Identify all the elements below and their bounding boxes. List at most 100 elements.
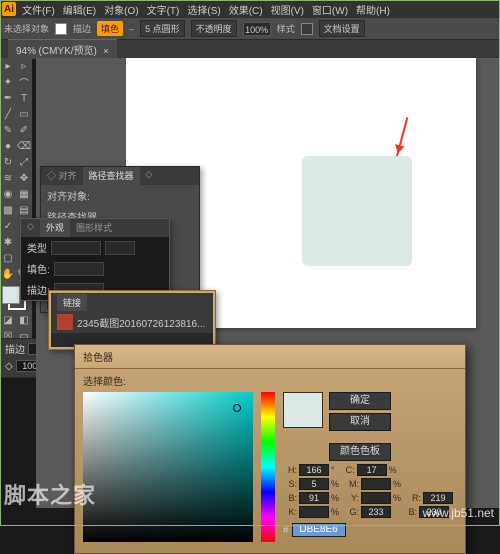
g-input[interactable]: 233: [361, 506, 391, 518]
link-row[interactable]: 2345截图20160726123816...: [51, 311, 213, 333]
style-label: 样式: [277, 22, 295, 35]
type-select2[interactable]: [105, 241, 135, 255]
document-tab[interactable]: 94% (CMYK/预览) ×: [8, 39, 117, 59]
h-input[interactable]: 166: [299, 464, 329, 476]
y-label: Y:: [345, 493, 359, 503]
h-unit: °: [331, 465, 335, 475]
hex-input[interactable]: DBE8E6: [292, 523, 346, 537]
b-unit: %: [331, 493, 339, 503]
tab-appearance[interactable]: 外观: [40, 219, 70, 237]
fill-select[interactable]: [54, 262, 104, 276]
brush-select[interactable]: 5 点圆形: [140, 20, 185, 37]
bl-label: B:: [403, 507, 417, 517]
app-logo-icon: Ai: [2, 2, 16, 16]
width-tool-icon[interactable]: ≋: [0, 170, 16, 186]
swatches-button[interactable]: 颜色色板: [329, 443, 391, 461]
shape-tool-icon[interactable]: ◉: [0, 186, 16, 202]
tab-graphstyle[interactable]: 图形样式: [70, 219, 118, 237]
r-input[interactable]: 219: [423, 492, 453, 504]
align-obj-label: 对齐对象:: [47, 188, 90, 203]
opac-lbl: ◇: [5, 361, 13, 372]
style-swatch[interactable]: [301, 23, 313, 35]
menu-help[interactable]: 帮助(H): [354, 2, 392, 17]
lasso-tool-icon[interactable]: ⌒: [16, 74, 32, 90]
opacity-value[interactable]: 100%: [243, 22, 271, 36]
free-tool-icon[interactable]: ✥: [16, 170, 32, 186]
annotation-arrow-icon: [396, 117, 408, 156]
k-unit: %: [331, 507, 339, 517]
cancel-button[interactable]: 取消: [329, 413, 391, 431]
r-label: R:: [407, 493, 421, 503]
app-fill-label: 填色:: [27, 261, 50, 276]
eraser-tool-icon[interactable]: ⌫: [16, 138, 32, 154]
color-picker-dialog: 拾色器 选择颜色: 确定 取消 颜色色板 H:166° C:17%: [74, 344, 466, 554]
fill-box-icon[interactable]: [2, 286, 20, 304]
menu-edit[interactable]: 编辑(E): [61, 2, 98, 17]
m-label: M:: [345, 479, 359, 489]
pen-tool-icon[interactable]: ✒: [0, 90, 16, 106]
scale-tool-icon[interactable]: ⤢: [16, 154, 32, 170]
hex-label: #: [283, 525, 289, 536]
opacity-select[interactable]: 不透明度: [191, 20, 237, 37]
tab-align[interactable]: ◇ 对齐: [41, 167, 83, 185]
tab-links[interactable]: 链接: [57, 294, 87, 311]
doc-mode: (CMYK/预览): [39, 46, 97, 57]
c-input[interactable]: 17: [357, 464, 387, 476]
tab-d1[interactable]: ◇: [21, 219, 40, 237]
type-select[interactable]: [51, 241, 101, 255]
main-area: ▸▹ ✦⌒ ✒T ╱▭ ✎✐ ●⌫ ↻⤢ ≋✥ ◉▦ ▩▤ ✓◐ ✱▣ ▢✂ ✋…: [0, 58, 500, 508]
sat-val-field[interactable]: [83, 392, 253, 542]
menu-view[interactable]: 视图(V): [269, 2, 306, 17]
m-input[interactable]: [361, 478, 391, 490]
doc-zoom: 94%: [16, 46, 36, 57]
hue-slider[interactable]: [261, 392, 275, 542]
tab-diamond[interactable]: ◇: [140, 167, 159, 185]
menu-file[interactable]: 文件(F): [20, 2, 57, 17]
close-icon[interactable]: ×: [103, 46, 108, 56]
menu-type[interactable]: 文字(T): [145, 2, 182, 17]
rounded-rect-shape[interactable]: [302, 156, 412, 266]
document-tab-bar: 94% (CMYK/预览) ×: [0, 40, 500, 58]
doc-setup-button[interactable]: 文档设置: [319, 20, 365, 37]
menu-object[interactable]: 对象(O): [102, 2, 140, 17]
artboard-tool-icon[interactable]: ▢: [0, 250, 16, 266]
selection-tool-icon[interactable]: ▸: [0, 58, 16, 74]
tab-pathfinder[interactable]: 路径查找器: [83, 167, 140, 185]
s-input[interactable]: 5: [299, 478, 329, 490]
rotate-tool-icon[interactable]: ↻: [0, 154, 16, 170]
blob-tool-icon[interactable]: ●: [0, 138, 16, 154]
eyedrop-tool-icon[interactable]: ✓: [0, 218, 16, 234]
gradient-mode-icon[interactable]: ◧: [16, 312, 32, 328]
gradient-tool-icon[interactable]: ▤: [16, 202, 32, 218]
b-input[interactable]: 91: [299, 492, 329, 504]
weight-value: –: [129, 24, 134, 34]
menu-effect[interactable]: 效果(C): [227, 2, 265, 17]
options-bar: 未选择对象 描边 填色 – 5 点圆形 不透明度 100% 样式 文档设置: [0, 18, 500, 40]
s-unit: %: [331, 479, 339, 489]
selection-label: 未选择对象: [4, 22, 49, 35]
symbol-tool-icon[interactable]: ✱: [0, 234, 16, 250]
type-tool-icon[interactable]: T: [16, 90, 32, 106]
mesh-tool-icon[interactable]: ▩: [0, 202, 16, 218]
ok-button[interactable]: 确定: [329, 392, 391, 410]
line-tool-icon[interactable]: ╱: [0, 106, 16, 122]
persp-tool-icon[interactable]: ▦: [16, 186, 32, 202]
rect-tool-icon[interactable]: ▭: [16, 106, 32, 122]
hand-tool-icon[interactable]: ✋: [0, 266, 16, 282]
wand-tool-icon[interactable]: ✦: [0, 74, 16, 90]
fill-swatch[interactable]: [55, 23, 67, 35]
y-input[interactable]: [361, 492, 391, 504]
s-label: S:: [283, 479, 297, 489]
color-mode-icon[interactable]: ◪: [0, 312, 16, 328]
c-unit: %: [389, 465, 397, 475]
menu-window[interactable]: 窗口(W): [310, 2, 350, 17]
k-input[interactable]: [299, 506, 329, 518]
menu-select[interactable]: 选择(S): [185, 2, 222, 17]
direct-select-tool-icon[interactable]: ▹: [16, 58, 32, 74]
link-thumb-icon: [57, 314, 73, 330]
pencil-tool-icon[interactable]: ✐: [16, 122, 32, 138]
k-label: K:: [283, 507, 297, 517]
fill-button[interactable]: 填色: [97, 21, 123, 36]
brush-tool-icon[interactable]: ✎: [0, 122, 16, 138]
h-label: H:: [283, 465, 297, 475]
